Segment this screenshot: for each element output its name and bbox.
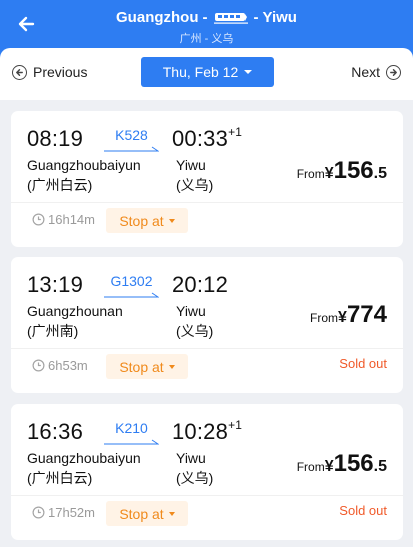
divider (11, 348, 403, 349)
train-card[interactable]: 08:19 K528 00:33+1 Guangzhoubaiyun (广州白云… (11, 111, 403, 247)
duration-value: 6h53m (48, 358, 88, 373)
arrival-station: Yiwu (义乌) (176, 155, 213, 195)
departure-station: Guangzhoubaiyun (广州白云) (27, 155, 141, 195)
stop-at-label: Stop at (119, 212, 164, 229)
arrival-time-value: 20:12 (172, 272, 229, 297)
arrival-time: 20:12 (172, 272, 228, 298)
arrival-station-name: Yiwu (176, 157, 206, 173)
previous-label: Previous (33, 64, 88, 80)
chevron-right-circle-icon (386, 64, 401, 80)
arrival-time-value: 10:28 (172, 419, 229, 444)
duration: 6h53m (32, 358, 88, 373)
day-offset: +1 (228, 417, 243, 432)
route-subtitle: 广州 - 义乌 (179, 33, 234, 45)
caret-down-icon (168, 218, 175, 223)
departure-station: Guangzhoubaiyun (广州白云) (27, 448, 141, 488)
date-navigation: Previous Thu, Feb 12 Next (0, 48, 413, 100)
duration: 17h52m (32, 505, 95, 520)
train-number: K528 (115, 127, 148, 143)
arrival-station-cn: (义乌) (176, 177, 214, 193)
departure-station-cn: (广州南) (27, 323, 79, 339)
duration: 16h14m (32, 212, 95, 227)
chevron-left-circle-icon (12, 64, 27, 80)
price-integer: 774 (346, 301, 387, 328)
departure-station: Guangzhounan (广州南) (27, 301, 123, 341)
departure-time: 08:19 (27, 126, 84, 151)
departure-station-name: Guangzhounan (27, 303, 123, 319)
train-card[interactable]: 16:36 K210 10:28+1 Guangzhoubaiyun (广州白云… (11, 404, 403, 540)
price-decimal: .5 (373, 165, 387, 182)
price-prefix: From (296, 460, 325, 474)
arrival-time: 10:28+1 (172, 417, 243, 445)
sold-out-status: Sold out (339, 503, 387, 518)
price-prefix: From (296, 167, 325, 181)
price-prefix: From (310, 311, 339, 325)
clock-icon (32, 359, 45, 372)
sold-out-status: Sold out (339, 356, 387, 371)
train-card[interactable]: 13:19 G1302 20:12 Guangzhounan (广州南) Yiw… (11, 257, 403, 393)
price: From ¥ 156 .5 (297, 450, 387, 478)
stop-at-button[interactable]: Stop at (106, 354, 188, 379)
clock-icon (32, 506, 45, 519)
next-label: Next (351, 64, 380, 80)
currency-symbol: ¥ (324, 165, 334, 182)
date-label: Thu, Feb 12 (162, 64, 239, 80)
arrival-station-cn: (义乌) (176, 323, 214, 339)
arrival-station-cn: (义乌) (176, 470, 214, 486)
departure-station-name: Guangzhoubaiyun (27, 157, 141, 173)
arrival-station: Yiwu (义乌) (176, 448, 213, 488)
arrival-time: 00:33+1 (172, 124, 243, 152)
departure-time: 16:36 (27, 419, 84, 444)
day-offset: +1 (228, 124, 243, 139)
arrow-line-icon (104, 146, 159, 152)
route-separator: - (202, 9, 208, 26)
divider (11, 495, 403, 496)
departure-station-name: Guangzhoubaiyun (27, 450, 141, 466)
price-integer: 156 (333, 450, 374, 477)
caret-down-icon (244, 70, 253, 74)
currency-symbol: ¥ (324, 458, 334, 475)
departure-station-cn: (广州白云) (27, 470, 93, 486)
arrival-time-value: 00:33 (172, 126, 229, 151)
arrow-line-icon (104, 292, 159, 298)
date-selector[interactable]: Thu, Feb 12 (141, 57, 274, 87)
price: From ¥ 156 .5 (297, 157, 387, 185)
arrival-station: Yiwu (义乌) (176, 301, 213, 341)
to-city: Yiwu (262, 9, 297, 26)
stop-at-button[interactable]: Stop at (106, 501, 188, 526)
departure-time: 13:19 (27, 272, 84, 297)
train-number: K210 (115, 420, 148, 436)
route-title: Guangzhou - - Yiwu 广州 - 义乌 (0, 9, 413, 46)
divider (11, 202, 403, 203)
duration-value: 16h14m (48, 212, 95, 227)
price-integer: 156 (333, 157, 374, 184)
arrow-line-icon (104, 439, 159, 445)
caret-down-icon (168, 511, 175, 516)
arrival-station-name: Yiwu (176, 450, 206, 466)
duration-value: 17h52m (48, 505, 95, 520)
stop-at-label: Stop at (119, 358, 164, 375)
stop-at-button[interactable]: Stop at (106, 208, 188, 233)
train-number: G1302 (110, 273, 153, 289)
next-day-button[interactable]: Next (351, 64, 401, 80)
price-decimal: .5 (373, 458, 387, 475)
previous-day-button[interactable]: Previous (12, 64, 87, 80)
departure-station-cn: (广州白云) (27, 177, 93, 193)
stop-at-label: Stop at (119, 505, 164, 522)
clock-icon (32, 213, 45, 226)
currency-symbol: ¥ (338, 309, 347, 326)
caret-down-icon (168, 364, 175, 369)
route-separator: - (253, 9, 259, 26)
train-icon (213, 12, 248, 24)
price: From ¥ 774 (310, 301, 387, 329)
from-city: Guangzhou (116, 9, 199, 26)
arrival-station-name: Yiwu (176, 303, 206, 319)
